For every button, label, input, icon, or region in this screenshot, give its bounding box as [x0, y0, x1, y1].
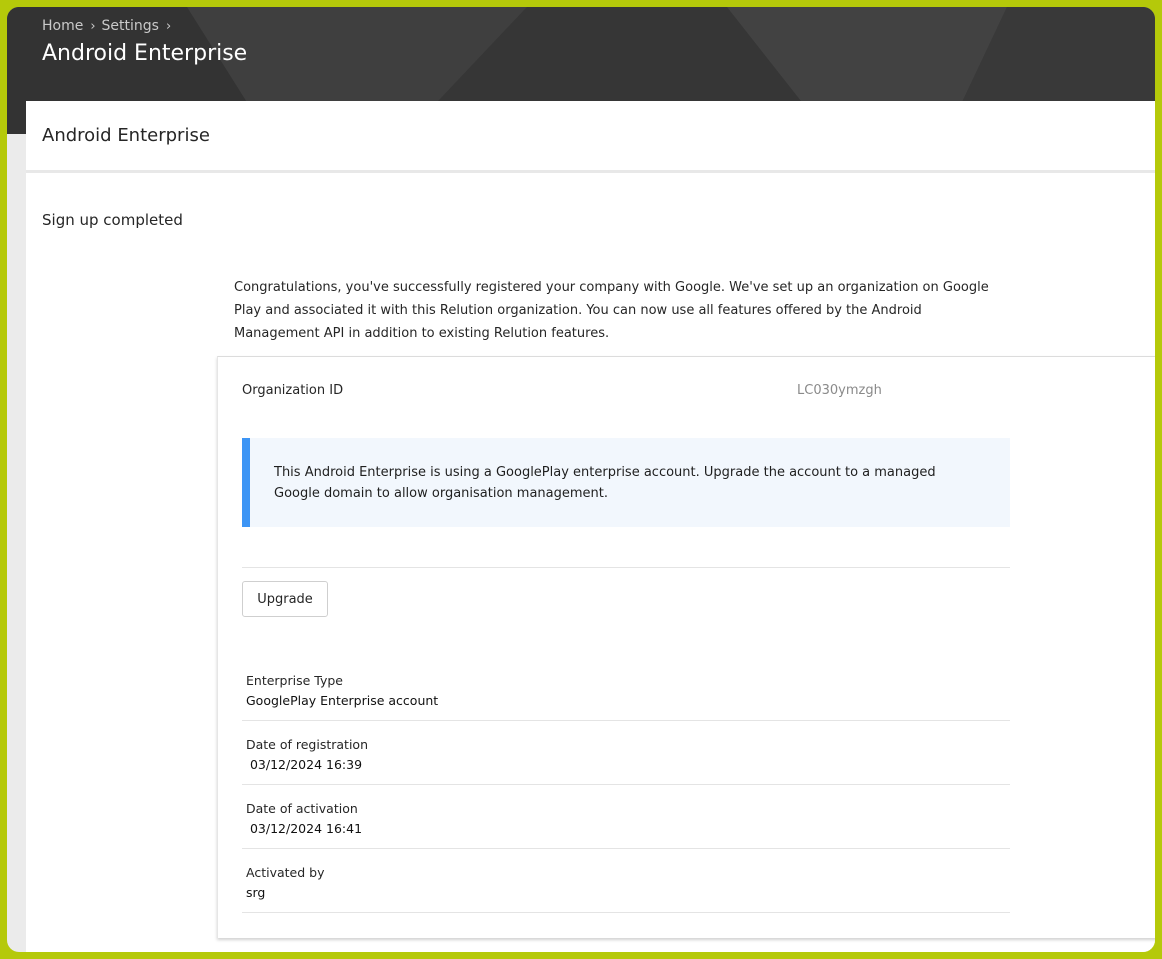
panel-divider: [26, 170, 1155, 173]
notice-text: This Android Enterprise is using a Googl…: [274, 465, 936, 501]
breadcrumb-home[interactable]: Home: [42, 18, 83, 34]
detail-label: Date of activation: [246, 801, 358, 816]
detail-value: 03/12/2024 16:41: [246, 821, 363, 836]
detail-activation-date: Date of activation 03/12/2024 16:41: [242, 785, 1010, 849]
signup-status-label: Sign up completed: [42, 211, 183, 229]
detail-registration-date: Date of registration 03/12/2024 16:39: [242, 721, 1010, 785]
main-panel: Android Enterprise Sign up completed Con…: [26, 101, 1155, 952]
detail-label: Enterprise Type: [246, 673, 343, 688]
detail-activated-by: Activated by srg: [242, 849, 1010, 913]
enterprise-details: Enterprise Type GooglePlay Enterprise ac…: [242, 657, 1010, 913]
card-divider: [242, 567, 1010, 568]
page-title: Android Enterprise: [42, 41, 248, 66]
upgrade-button[interactable]: Upgrade: [242, 581, 328, 617]
chevron-right-icon: ›: [90, 18, 96, 34]
detail-label: Date of registration: [246, 737, 368, 752]
chevron-right-icon: ›: [165, 18, 172, 34]
detail-label: Activated by: [246, 865, 325, 880]
panel-title: Android Enterprise: [42, 125, 210, 146]
app-window: Home › Settings › Android Enterprise And…: [7, 7, 1155, 952]
detail-value: GooglePlay Enterprise account: [246, 693, 439, 708]
breadcrumb: Home › Settings ›: [42, 18, 177, 34]
intro-text: Congratulations, you've successfully reg…: [234, 280, 989, 341]
enterprise-card: Organization ID LC030ymzgh This Android …: [217, 356, 1155, 938]
organization-id-value: LC030ymzgh: [797, 383, 882, 398]
detail-value: srg: [246, 885, 266, 900]
detail-value: 03/12/2024 16:39: [246, 757, 363, 772]
breadcrumb-settings[interactable]: Settings: [102, 18, 159, 34]
info-notice: This Android Enterprise is using a Googl…: [242, 438, 1010, 527]
organization-id-label: Organization ID: [242, 383, 344, 398]
detail-enterprise-type: Enterprise Type GooglePlay Enterprise ac…: [242, 657, 1010, 721]
